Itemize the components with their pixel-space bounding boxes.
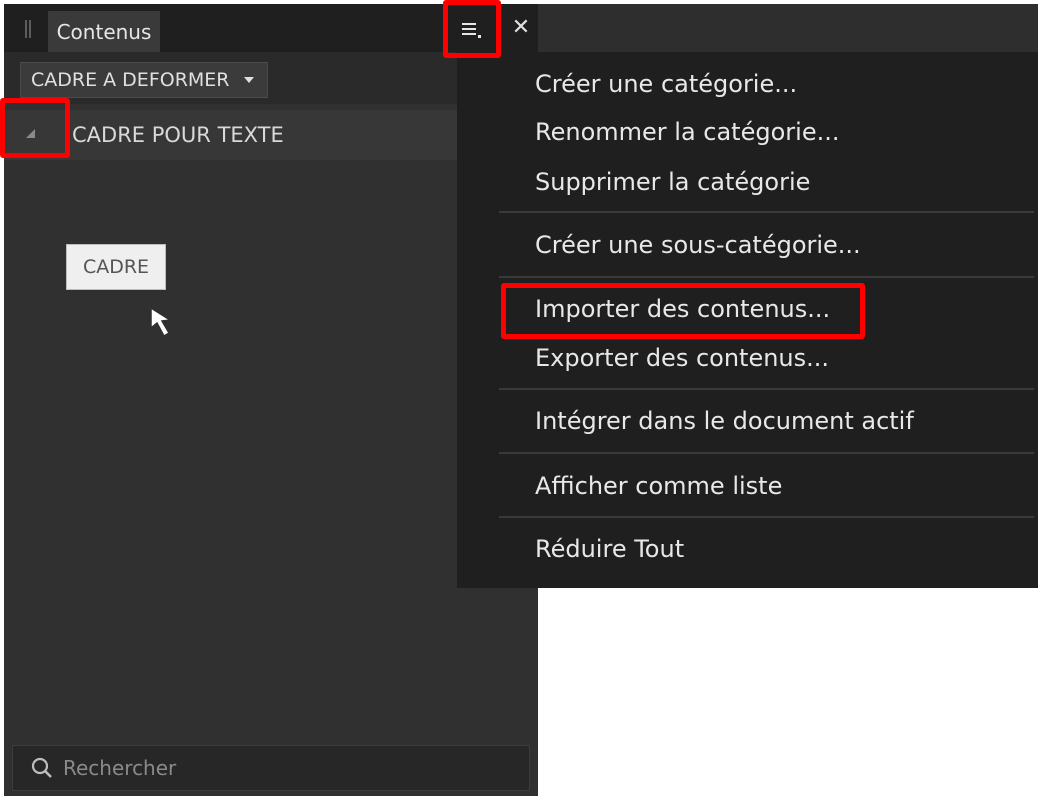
menu-separator bbox=[499, 516, 1034, 518]
tab-contenus[interactable]: Contenus bbox=[48, 11, 160, 53]
panel-grip-handle[interactable] bbox=[25, 20, 31, 38]
menu-separator bbox=[499, 211, 1034, 213]
menu-item-export-contents[interactable]: Exporter des contenus... bbox=[535, 338, 829, 378]
menu-item-create-category[interactable]: Créer une catégorie... bbox=[535, 64, 797, 104]
menu-separator bbox=[499, 276, 1034, 278]
highlight-import-item bbox=[501, 283, 865, 339]
search-input[interactable] bbox=[61, 755, 485, 781]
panel-header-extension bbox=[538, 4, 1038, 52]
menu-item-embed-in-document[interactable]: Intégrer dans le document actif bbox=[535, 401, 914, 441]
highlight-expander bbox=[0, 98, 70, 158]
menu-item-collapse-all[interactable]: Réduire Tout bbox=[535, 529, 684, 569]
mouse-cursor-icon bbox=[150, 306, 173, 338]
menu-separator bbox=[499, 452, 1034, 454]
dropdown-value: CADRE A DEFORMER bbox=[31, 69, 230, 91]
menu-item-delete-category[interactable]: Supprimer la catégorie bbox=[535, 162, 810, 202]
content-item-tile[interactable]: CADRE bbox=[66, 244, 166, 290]
close-icon[interactable]: ✕ bbox=[506, 10, 536, 44]
menu-item-create-subcategory[interactable]: Créer une sous-catégorie... bbox=[535, 225, 861, 265]
menu-separator bbox=[499, 388, 1034, 390]
menu-item-rename-category[interactable]: Renommer la catégorie... bbox=[535, 112, 839, 152]
menu-item-show-as-list[interactable]: Afficher comme liste bbox=[535, 466, 782, 506]
search-icon bbox=[31, 757, 52, 778]
category-dropdown[interactable]: CADRE A DEFORMER bbox=[20, 62, 268, 98]
category-label: CADRE POUR TEXTE bbox=[72, 123, 284, 147]
search-box[interactable] bbox=[12, 745, 530, 791]
chevron-down-icon bbox=[243, 77, 254, 83]
highlight-menu-button bbox=[443, 0, 501, 58]
